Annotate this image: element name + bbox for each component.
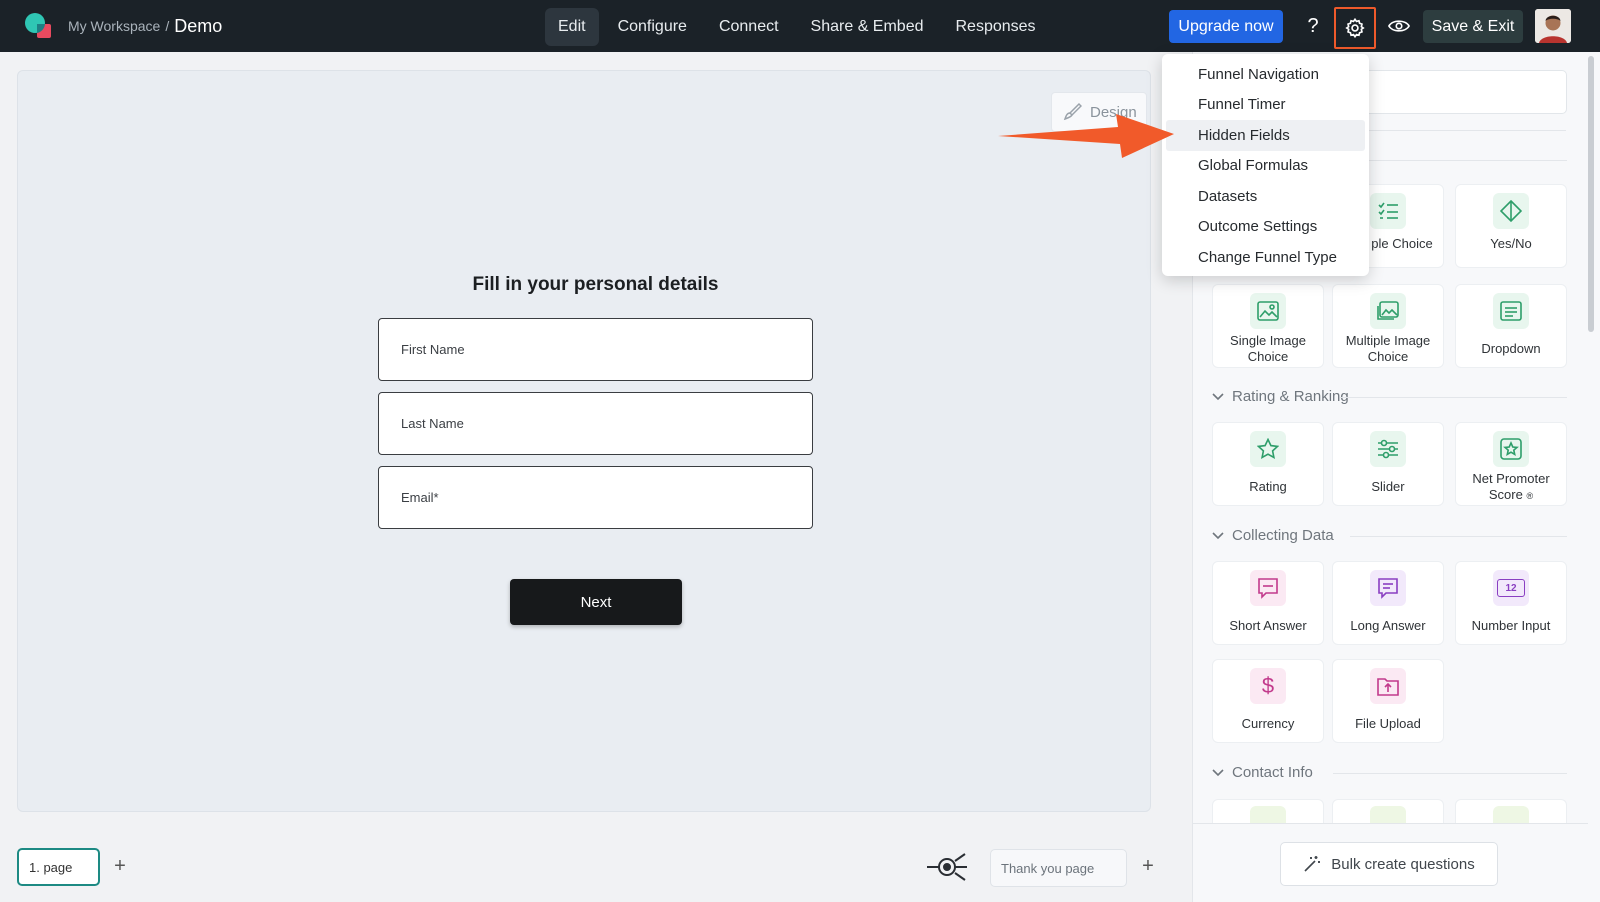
question-card-short-answer[interactable]: Short Answer — [1212, 561, 1324, 645]
question-card-nps[interactable]: Net Promoter Score ® — [1455, 422, 1567, 506]
card-label: Dropdown — [1481, 341, 1541, 356]
avatar[interactable] — [1535, 9, 1571, 43]
menu-item-datasets[interactable]: Datasets — [1166, 181, 1365, 212]
section-header-rating[interactable]: Rating & Ranking — [1212, 388, 1349, 405]
menu-item-funnel-navigation[interactable]: Funnel Navigation — [1166, 59, 1365, 90]
tab-edit[interactable]: Edit — [545, 8, 599, 46]
card-label: Single Image Choice — [1230, 333, 1306, 364]
form-title[interactable]: Fill in your personal details — [378, 274, 813, 296]
section-header-collecting[interactable]: Collecting Data — [1212, 527, 1334, 544]
tab-responses[interactable]: Responses — [943, 8, 1049, 46]
question-card-long-answer[interactable]: Long Answer — [1332, 561, 1444, 645]
thank-you-page-tab[interactable]: Thank you page — [990, 849, 1127, 887]
card-label: Rating — [1249, 479, 1287, 494]
save-exit-button[interactable]: Save & Exit — [1423, 10, 1523, 43]
question-card-dropdown[interactable]: Dropdown — [1455, 284, 1567, 368]
registered-mark: ® — [1526, 491, 1534, 501]
number-icon: 12 — [1497, 579, 1525, 597]
card-label: Slider — [1371, 479, 1405, 494]
card-label: Net Promoter Score ® — [1472, 471, 1550, 502]
main-nav: Edit Configure Connect Share & Embed Res… — [545, 8, 1049, 46]
dropdown-icon — [1500, 301, 1522, 321]
app-logo-icon[interactable] — [24, 12, 54, 40]
bulk-create-button[interactable]: Bulk create questions — [1280, 842, 1498, 886]
chevron-down-icon — [1212, 392, 1224, 400]
page-tab-1[interactable]: 1. page — [17, 848, 100, 886]
breadcrumb-separator: / — [165, 18, 170, 34]
short-answer-icon — [1258, 578, 1278, 599]
section-divider — [1340, 397, 1567, 398]
add-ending-button[interactable]: + — [1138, 855, 1158, 877]
bulk-create-label: Bulk create questions — [1331, 855, 1475, 873]
upgrade-button[interactable]: Upgrade now — [1169, 10, 1283, 43]
annotation-arrow-icon — [998, 114, 1174, 158]
logic-flow-icon[interactable] — [925, 848, 971, 886]
menu-item-hidden-fields[interactable]: Hidden Fields — [1166, 120, 1365, 151]
menu-item-global-formulas[interactable]: Global Formulas — [1166, 151, 1365, 182]
eye-icon — [1388, 20, 1410, 32]
upload-icon — [1377, 678, 1399, 696]
settings-dropdown: Funnel Navigation Funnel Timer Hidden Fi… — [1162, 54, 1369, 276]
section-divider — [1350, 536, 1567, 537]
breadcrumb-workspace[interactable]: My Workspace — [68, 18, 160, 34]
chevron-down-icon — [1212, 531, 1224, 539]
question-card-number-input[interactable]: 12 Number Input — [1455, 561, 1567, 645]
image-icon — [1257, 301, 1279, 321]
images-icon — [1377, 301, 1399, 320]
section-title: Collecting Data — [1232, 527, 1334, 544]
nps-icon — [1500, 438, 1522, 460]
help-button[interactable]: ? — [1301, 12, 1325, 40]
tab-connect[interactable]: Connect — [706, 8, 792, 46]
preview-button[interactable] — [1385, 12, 1413, 40]
last-name-field[interactable]: Last Name — [378, 392, 813, 455]
menu-item-funnel-timer[interactable]: Funnel Timer — [1166, 90, 1365, 121]
top-bar: My Workspace / Demo Edit Configure Conne… — [0, 0, 1600, 52]
question-card-slider[interactable]: Slider — [1332, 422, 1444, 506]
dollar-icon: $ — [1261, 673, 1275, 698]
card-label: Multiple Image Choice — [1345, 333, 1431, 364]
section-divider — [1333, 773, 1567, 774]
chevron-down-icon — [1212, 768, 1224, 776]
card-label: Currency — [1241, 716, 1295, 731]
question-card-yes-no[interactable]: Yes/No — [1455, 184, 1567, 268]
section-header-contact[interactable]: Contact Info — [1212, 764, 1313, 781]
breadcrumb-current[interactable]: Demo — [174, 16, 222, 37]
panel-scrollbar[interactable] — [1588, 56, 1594, 332]
slider-icon — [1378, 439, 1398, 459]
breadcrumb: My Workspace / Demo — [68, 0, 222, 52]
menu-item-change-funnel-type[interactable]: Change Funnel Type — [1166, 242, 1365, 273]
long-answer-icon — [1378, 578, 1398, 599]
question-card-rating[interactable]: Rating — [1212, 422, 1324, 506]
card-label: Number Input — [1471, 618, 1551, 633]
user-avatar-icon — [1535, 9, 1571, 43]
card-label: Yes/No — [1490, 236, 1532, 251]
section-title: Rating & Ranking — [1232, 388, 1349, 405]
question-card-currency[interactable]: $ Currency — [1212, 659, 1324, 743]
star-icon — [1257, 438, 1279, 460]
card-label: Long Answer — [1350, 618, 1426, 633]
first-name-field[interactable]: First Name — [378, 318, 813, 381]
tab-configure[interactable]: Configure — [605, 8, 700, 46]
section-title: Contact Info — [1232, 764, 1313, 781]
tab-share-embed[interactable]: Share & Embed — [798, 8, 937, 46]
magic-wand-icon — [1304, 856, 1321, 872]
card-label: Short Answer — [1229, 618, 1307, 633]
add-page-button[interactable]: + — [110, 855, 130, 877]
gear-icon — [1345, 17, 1365, 39]
settings-button[interactable] — [1334, 7, 1376, 49]
menu-item-outcome-settings[interactable]: Outcome Settings — [1166, 212, 1365, 243]
card-label: File Upload — [1355, 716, 1421, 731]
email-field[interactable]: Email* — [378, 466, 813, 529]
next-button[interactable]: Next — [510, 579, 682, 625]
question-card-multiple-image-choice[interactable]: Multiple Image Choice — [1332, 284, 1444, 368]
card-label: ple Choice — [1371, 236, 1433, 251]
list-check-icon — [1378, 202, 1398, 219]
diamond-icon — [1500, 200, 1522, 222]
question-card-single-image-choice[interactable]: Single Image Choice — [1212, 284, 1324, 368]
question-card-file-upload[interactable]: File Upload — [1332, 659, 1444, 743]
